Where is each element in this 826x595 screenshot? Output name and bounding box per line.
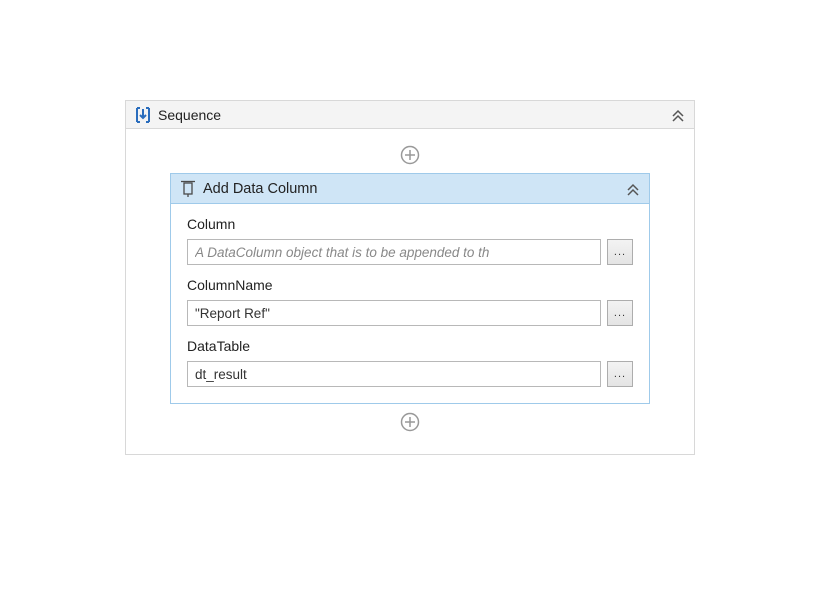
plus-row-bottom [144, 406, 676, 438]
datatable-ellipsis-button[interactable]: ... [607, 361, 633, 387]
column-ellipsis-button[interactable]: ... [607, 239, 633, 265]
add-data-column-icon [179, 180, 197, 198]
columnname-label: ColumnName [187, 277, 633, 293]
activity-title: Add Data Column [203, 181, 625, 197]
collapse-chevron-icon[interactable] [670, 107, 686, 123]
add-data-column-activity[interactable]: Add Data Column Column ... [170, 173, 650, 404]
column-input[interactable] [187, 239, 601, 265]
add-activity-button-top[interactable] [400, 145, 420, 165]
activity-collapse-chevron-icon[interactable] [625, 181, 641, 197]
sequence-body: Add Data Column Column ... [126, 129, 694, 454]
columnname-input[interactable] [187, 300, 601, 326]
activity-header[interactable]: Add Data Column [171, 174, 649, 204]
activity-body: Column ... ColumnName ... DataTable [171, 204, 649, 403]
datatable-input[interactable] [187, 361, 601, 387]
column-field-row: ... [187, 239, 633, 265]
sequence-icon [134, 106, 152, 124]
columnname-field-row: ... [187, 300, 633, 326]
columnname-field-group: ColumnName ... [187, 277, 633, 326]
datatable-label: DataTable [187, 338, 633, 354]
sequence-title: Sequence [158, 107, 670, 123]
sequence-header[interactable]: Sequence [126, 101, 694, 129]
datatable-field-group: DataTable ... [187, 338, 633, 387]
add-activity-button-bottom[interactable] [400, 412, 420, 432]
datatable-field-row: ... [187, 361, 633, 387]
plus-row-top [144, 139, 676, 171]
column-label: Column [187, 216, 633, 232]
column-field-group: Column ... [187, 216, 633, 265]
sequence-container: Sequence [125, 100, 695, 455]
columnname-ellipsis-button[interactable]: ... [607, 300, 633, 326]
